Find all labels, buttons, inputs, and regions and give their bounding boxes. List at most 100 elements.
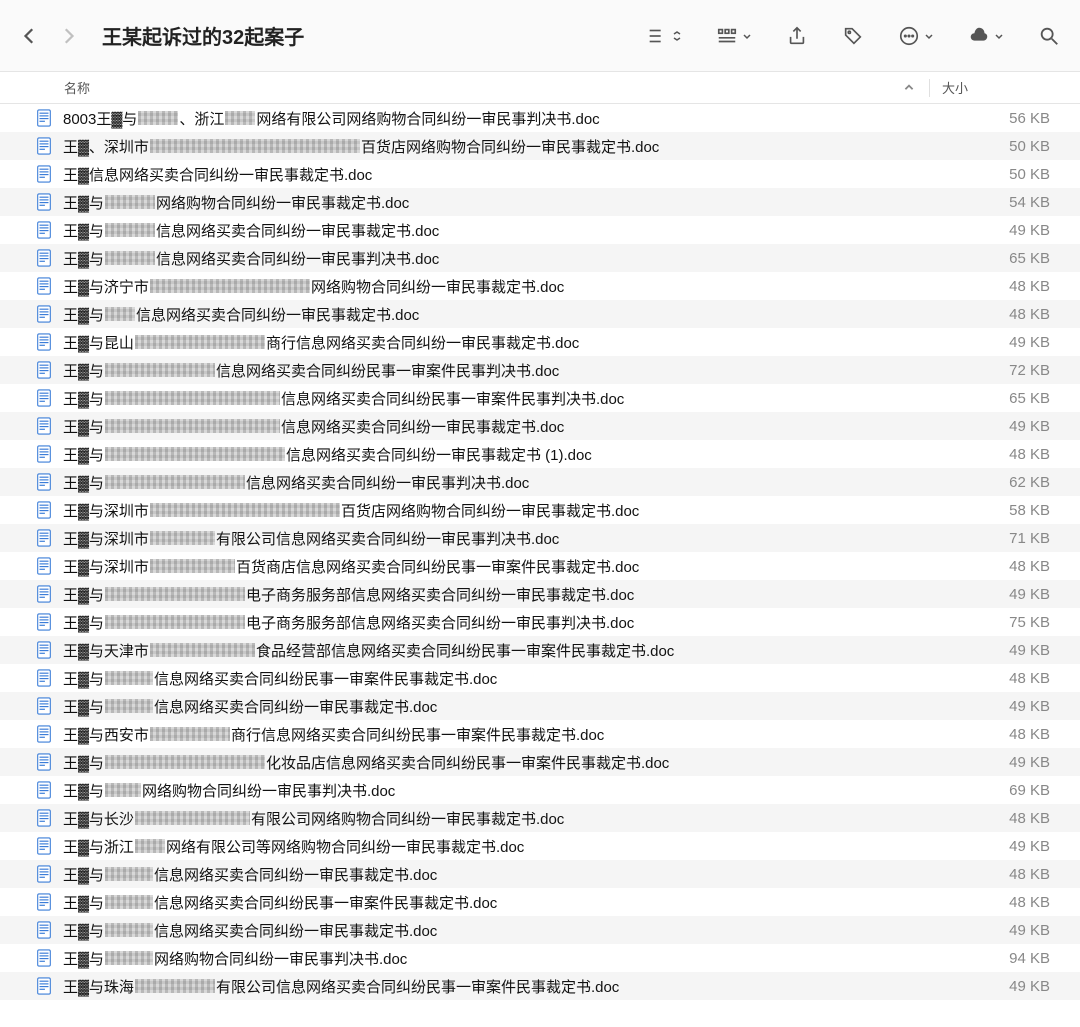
file-size: 56 KB bbox=[930, 110, 1080, 127]
file-row[interactable]: 王▓、深圳市百货店网络购物合同纠纷一审民事裁定书.doc50 KB bbox=[0, 132, 1080, 160]
file-row[interactable]: 王▓与网络购物合同纠纷一审民事判决书.doc94 KB bbox=[0, 944, 1080, 972]
file-name: 王▓与长沙有限公司网络购物合同纠纷一审民事裁定书.doc bbox=[63, 808, 930, 829]
file-name: 王▓与信息网络买卖合同纠纷一审民事裁定书.doc bbox=[63, 220, 930, 241]
file-size: 49 KB bbox=[930, 642, 1080, 659]
doc-file-icon bbox=[35, 417, 53, 435]
file-row[interactable]: 王▓与济宁市网络购物合同纠纷一审民事裁定书.doc48 KB bbox=[0, 272, 1080, 300]
doc-file-icon bbox=[35, 557, 53, 575]
file-name: 王▓与信息网络买卖合同纠纷一审民事裁定书.doc bbox=[63, 864, 930, 885]
cloud-button[interactable] bbox=[968, 25, 1004, 47]
column-size-header[interactable]: 大小 bbox=[930, 78, 1080, 97]
file-name: 8003王▓与、浙江网络有限公司网络购物合同纠纷一审民事判决书.doc bbox=[63, 108, 930, 129]
redacted-icon bbox=[105, 447, 285, 461]
file-size: 50 KB bbox=[930, 138, 1080, 155]
file-name: 王▓与浙江网络有限公司等网络购物合同纠纷一审民事裁定书.doc bbox=[63, 836, 930, 857]
file-size: 94 KB bbox=[930, 950, 1080, 967]
file-size: 58 KB bbox=[930, 502, 1080, 519]
file-row[interactable]: 王▓与网络购物合同纠纷一审民事判决书.doc69 KB bbox=[0, 776, 1080, 804]
redacted-icon bbox=[105, 223, 155, 237]
file-row[interactable]: 王▓与西安市商行信息网络买卖合同纠纷民事一审案件民事裁定书.doc48 KB bbox=[0, 720, 1080, 748]
file-row[interactable]: 王▓与长沙有限公司网络购物合同纠纷一审民事裁定书.doc48 KB bbox=[0, 804, 1080, 832]
file-row[interactable]: 王▓与昆山商行信息网络买卖合同纠纷一审民事裁定书.doc49 KB bbox=[0, 328, 1080, 356]
nav-back-button[interactable] bbox=[20, 26, 40, 46]
file-row[interactable]: 王▓信息网络买卖合同纠纷一审民事裁定书.doc50 KB bbox=[0, 160, 1080, 188]
file-row[interactable]: 8003王▓与、浙江网络有限公司网络购物合同纠纷一审民事判决书.doc56 KB bbox=[0, 104, 1080, 132]
column-name-header[interactable]: 名称 bbox=[0, 78, 929, 97]
file-row[interactable]: 王▓与网络购物合同纠纷一审民事裁定书.doc54 KB bbox=[0, 188, 1080, 216]
file-name: 王▓与信息网络买卖合同纠纷一审民事裁定书.doc bbox=[63, 416, 930, 437]
file-size: 50 KB bbox=[930, 166, 1080, 183]
file-name: 王▓、深圳市百货店网络购物合同纠纷一审民事裁定书.doc bbox=[63, 136, 930, 157]
doc-file-icon bbox=[35, 305, 53, 323]
doc-file-icon bbox=[35, 529, 53, 547]
redacted-icon bbox=[105, 363, 215, 377]
redacted-icon bbox=[105, 951, 153, 965]
redacted-icon bbox=[138, 111, 178, 125]
tag-button[interactable] bbox=[842, 25, 864, 47]
doc-file-icon bbox=[35, 221, 53, 239]
doc-file-icon bbox=[35, 893, 53, 911]
file-row[interactable]: 王▓与信息网络买卖合同纠纷一审民事裁定书 (1).doc48 KB bbox=[0, 440, 1080, 468]
redacted-icon bbox=[105, 699, 153, 713]
file-row[interactable]: 王▓与珠海有限公司信息网络买卖合同纠纷民事一审案件民事裁定书.doc49 KB bbox=[0, 972, 1080, 1000]
file-row[interactable]: 王▓与深圳市百货店网络购物合同纠纷一审民事裁定书.doc58 KB bbox=[0, 496, 1080, 524]
file-size: 49 KB bbox=[930, 698, 1080, 715]
doc-file-icon bbox=[35, 921, 53, 939]
file-row[interactable]: 王▓与信息网络买卖合同纠纷一审民事裁定书.doc49 KB bbox=[0, 216, 1080, 244]
file-size: 49 KB bbox=[930, 922, 1080, 939]
redacted-icon bbox=[150, 531, 215, 545]
more-button[interactable] bbox=[898, 25, 934, 47]
file-row[interactable]: 王▓与信息网络买卖合同纠纷一审民事裁定书.doc48 KB bbox=[0, 860, 1080, 888]
file-row[interactable]: 王▓与电子商务服务部信息网络买卖合同纠纷一审民事判决书.doc75 KB bbox=[0, 608, 1080, 636]
redacted-icon bbox=[150, 139, 360, 153]
file-row[interactable]: 王▓与天津市食品经营部信息网络买卖合同纠纷民事一审案件民事裁定书.doc49 K… bbox=[0, 636, 1080, 664]
file-row[interactable]: 王▓与信息网络买卖合同纠纷一审民事判决书.doc65 KB bbox=[0, 244, 1080, 272]
file-size: 48 KB bbox=[930, 558, 1080, 575]
file-name: 王▓与电子商务服务部信息网络买卖合同纠纷一审民事判决书.doc bbox=[63, 612, 930, 633]
share-button[interactable] bbox=[786, 25, 808, 47]
doc-file-icon bbox=[35, 109, 53, 127]
file-row[interactable]: 王▓与化妆品店信息网络买卖合同纠纷民事一审案件民事裁定书.doc49 KB bbox=[0, 748, 1080, 776]
redacted-icon bbox=[150, 503, 340, 517]
file-size: 65 KB bbox=[930, 250, 1080, 267]
file-row[interactable]: 王▓与信息网络买卖合同纠纷民事一审案件民事判决书.doc72 KB bbox=[0, 356, 1080, 384]
redacted-icon bbox=[135, 979, 215, 993]
file-size: 48 KB bbox=[930, 726, 1080, 743]
file-name: 王▓与化妆品店信息网络买卖合同纠纷民事一审案件民事裁定书.doc bbox=[63, 752, 930, 773]
nav-forward-button[interactable] bbox=[58, 26, 78, 46]
file-name: 王▓与天津市食品经营部信息网络买卖合同纠纷民事一审案件民事裁定书.doc bbox=[63, 640, 930, 661]
file-row[interactable]: 王▓与信息网络买卖合同纠纷民事一审案件民事裁定书.doc48 KB bbox=[0, 888, 1080, 916]
redacted-icon bbox=[105, 895, 153, 909]
doc-file-icon bbox=[35, 501, 53, 519]
file-row[interactable]: 王▓与信息网络买卖合同纠纷一审民事裁定书.doc49 KB bbox=[0, 692, 1080, 720]
redacted-icon bbox=[105, 475, 245, 489]
file-row[interactable]: 王▓与信息网络买卖合同纠纷一审民事裁定书.doc49 KB bbox=[0, 412, 1080, 440]
file-name: 王▓与珠海有限公司信息网络买卖合同纠纷民事一审案件民事裁定书.doc bbox=[63, 976, 930, 997]
group-button[interactable] bbox=[716, 25, 752, 47]
redacted-icon bbox=[105, 195, 155, 209]
file-row[interactable]: 王▓与信息网络买卖合同纠纷一审民事判决书.doc62 KB bbox=[0, 468, 1080, 496]
file-size: 49 KB bbox=[930, 418, 1080, 435]
search-button[interactable] bbox=[1038, 25, 1060, 47]
file-name: 王▓与深圳市百货商店信息网络买卖合同纠纷民事一审案件民事裁定书.doc bbox=[63, 556, 930, 577]
file-name: 王▓与信息网络买卖合同纠纷民事一审案件民事裁定书.doc bbox=[63, 892, 930, 913]
file-name: 王▓与信息网络买卖合同纠纷民事一审案件民事判决书.doc bbox=[63, 388, 930, 409]
redacted-icon bbox=[105, 391, 280, 405]
file-list: 8003王▓与、浙江网络有限公司网络购物合同纠纷一审民事判决书.doc56 KB… bbox=[0, 104, 1080, 1000]
file-size: 49 KB bbox=[930, 838, 1080, 855]
file-row[interactable]: 王▓与信息网络买卖合同纠纷民事一审案件民事裁定书.doc48 KB bbox=[0, 664, 1080, 692]
file-size: 49 KB bbox=[930, 754, 1080, 771]
file-size: 48 KB bbox=[930, 670, 1080, 687]
file-row[interactable]: 王▓与深圳市百货商店信息网络买卖合同纠纷民事一审案件民事裁定书.doc48 KB bbox=[0, 552, 1080, 580]
doc-file-icon bbox=[35, 137, 53, 155]
file-row[interactable]: 王▓与深圳市有限公司信息网络买卖合同纠纷一审民事判决书.doc71 KB bbox=[0, 524, 1080, 552]
file-row[interactable]: 王▓与信息网络买卖合同纠纷一审民事裁定书.doc48 KB bbox=[0, 300, 1080, 328]
file-row[interactable]: 王▓与信息网络买卖合同纠纷民事一审案件民事判决书.doc65 KB bbox=[0, 384, 1080, 412]
view-list-button[interactable] bbox=[646, 25, 682, 47]
file-name: 王▓与昆山商行信息网络买卖合同纠纷一审民事裁定书.doc bbox=[63, 332, 930, 353]
file-row[interactable]: 王▓与浙江网络有限公司等网络购物合同纠纷一审民事裁定书.doc49 KB bbox=[0, 832, 1080, 860]
file-name: 王▓与济宁市网络购物合同纠纷一审民事裁定书.doc bbox=[63, 276, 930, 297]
file-row[interactable]: 王▓与信息网络买卖合同纠纷一审民事裁定书.doc49 KB bbox=[0, 916, 1080, 944]
file-row[interactable]: 王▓与电子商务服务部信息网络买卖合同纠纷一审民事裁定书.doc49 KB bbox=[0, 580, 1080, 608]
file-name: 王▓与信息网络买卖合同纠纷民事一审案件民事判决书.doc bbox=[63, 360, 930, 381]
